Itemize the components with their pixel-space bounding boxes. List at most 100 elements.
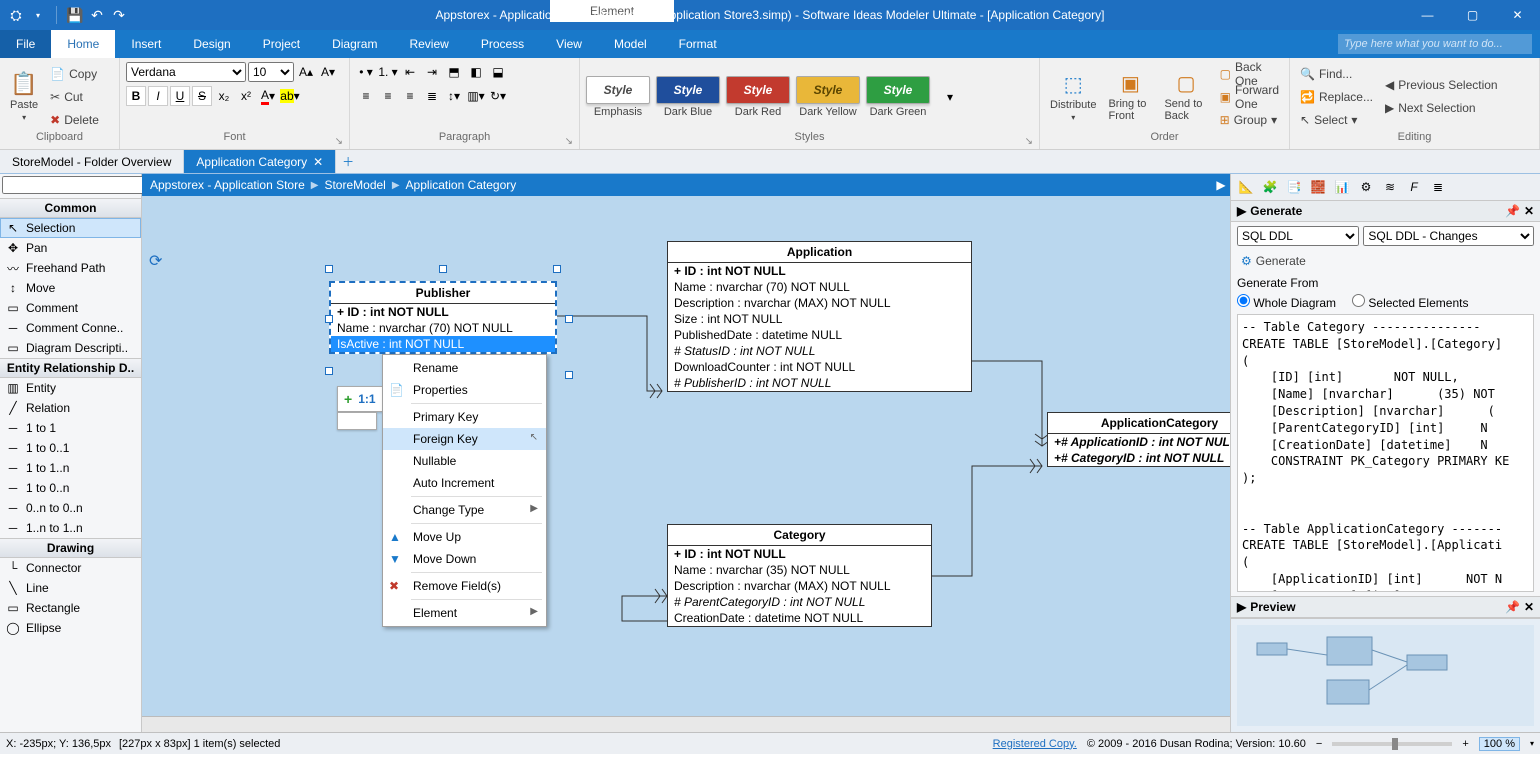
entity-row[interactable]: Size : int NOT NULL	[668, 311, 971, 327]
ctx-rename[interactable]: Rename	[383, 357, 546, 379]
panel-tool-icon[interactable]: ⚙	[1355, 176, 1377, 198]
distribute-button[interactable]: ⬚Distribute▾	[1046, 70, 1100, 124]
underline-button[interactable]: U	[170, 86, 190, 106]
ctx-remove-field[interactable]: ✖Remove Field(s)	[383, 575, 546, 597]
tool-pan[interactable]: ✥Pan	[0, 238, 141, 258]
italic-button[interactable]: I	[148, 86, 168, 106]
align-middle-v-button[interactable]: ◧	[466, 62, 486, 82]
panel-tool-icon[interactable]: ≣	[1427, 176, 1449, 198]
tool-comment-conne-[interactable]: ─Comment Conne..	[0, 318, 141, 338]
tool-1-to-1[interactable]: ─1 to 1	[0, 418, 141, 438]
ribbon-tab-format[interactable]: Format	[663, 30, 733, 58]
panel-tool-icon[interactable]: 📑	[1283, 176, 1305, 198]
pin-icon[interactable]: 📌	[1505, 600, 1520, 614]
entity-row[interactable]: + ID : int NOT NULL	[668, 263, 971, 279]
add-tab-button[interactable]: ＋	[336, 150, 360, 173]
ribbon-tab-review[interactable]: Review	[393, 30, 464, 58]
entity-row[interactable]: DownloadCounter : int NOT NULL	[668, 359, 971, 375]
panel-tool-icon[interactable]: 🧱	[1307, 176, 1329, 198]
radio-whole-diagram[interactable]: Whole Diagram	[1237, 294, 1336, 310]
ctx-foreign-key[interactable]: Foreign Key↖	[383, 428, 546, 450]
find-button[interactable]: 🔍Find...	[1296, 63, 1377, 85]
align-justify-button[interactable]: ≣	[422, 86, 442, 106]
ribbon-tab-process[interactable]: Process	[465, 30, 540, 58]
pin-icon[interactable]: 📌	[1505, 204, 1520, 218]
panel-tool-icon[interactable]: 🧩	[1259, 176, 1281, 198]
breadcrumb-scroll-right-button[interactable]: ▶	[1212, 174, 1230, 196]
ctx-properties[interactable]: 📄Properties	[383, 379, 546, 401]
subscript-button[interactable]: x₂	[214, 86, 234, 106]
redo-icon[interactable]: ↷	[111, 7, 127, 23]
file-menu[interactable]: File	[0, 30, 51, 58]
entity-row[interactable]: # StatusID : int NOT NULL	[668, 343, 971, 359]
toolbox-section-header[interactable]: Common	[0, 198, 141, 218]
tool-entity[interactable]: ▥Entity	[0, 378, 141, 398]
diagram-preview[interactable]	[1231, 618, 1540, 732]
entity-row[interactable]: # ParentCategoryID : int NOT NULL	[668, 594, 931, 610]
ctx-move-up[interactable]: ▲Move Up	[383, 526, 546, 548]
style-dark-red[interactable]: StyleDark Red	[726, 76, 790, 118]
align-bottom-button[interactable]: ⬓	[488, 62, 508, 82]
select-button[interactable]: ↖Select ▾	[1296, 109, 1377, 131]
quick-relation-toolbar-alt[interactable]	[337, 412, 377, 430]
entity-row[interactable]: +# CategoryID : int NOT NULL	[1048, 450, 1230, 466]
template-type-select[interactable]: SQL DDL	[1237, 226, 1359, 246]
ctx-nullable[interactable]: Nullable	[383, 450, 546, 472]
copy-button[interactable]: 📄Copy	[46, 63, 103, 85]
panel-tool-icon[interactable]: 📐	[1235, 176, 1257, 198]
entity-row[interactable]: + ID : int NOT NULL	[331, 304, 555, 320]
bullets-button[interactable]: • ▾	[356, 62, 376, 82]
entity-publisher[interactable]: Publisher + ID : int NOT NULL Name : nva…	[329, 281, 557, 354]
ribbon-tab-view[interactable]: View	[540, 30, 598, 58]
paste-button[interactable]: 📋 Paste▾	[6, 69, 42, 124]
superscript-button[interactable]: x²	[236, 86, 256, 106]
zoom-dropdown-icon[interactable]: ▾	[1530, 739, 1534, 748]
style-dark-yellow[interactable]: StyleDark Yellow	[796, 76, 860, 118]
tool-move[interactable]: ↕Move	[0, 278, 141, 298]
minimize-button[interactable]: —	[1405, 0, 1450, 30]
maximize-button[interactable]: ▢	[1450, 0, 1495, 30]
paragraph-launcher-icon[interactable]: ↘	[565, 136, 573, 147]
numbering-button[interactable]: 1. ▾	[378, 62, 398, 82]
entity-row[interactable]: + ID : int NOT NULL	[668, 546, 931, 562]
toolbox-section-header[interactable]: Drawing	[0, 538, 141, 558]
entity-row[interactable]: Description : nvarchar (MAX) NOT NULL	[668, 578, 931, 594]
tool-0-n-to-0-n[interactable]: ─0..n to 0..n	[0, 498, 141, 518]
zoom-value[interactable]: 100 %	[1479, 737, 1520, 751]
strike-button[interactable]: S	[192, 86, 212, 106]
style-emphasis[interactable]: StyleEmphasis	[586, 76, 650, 118]
tool-1-to-0-n[interactable]: ─1 to 0..n	[0, 478, 141, 498]
close-icon[interactable]: ✕	[313, 155, 323, 169]
entity-row[interactable]: CreationDate : datetime NOT NULL	[668, 610, 931, 626]
ribbon-tab-model[interactable]: Model	[598, 30, 663, 58]
breadcrumb-item[interactable]: Appstorex - Application Store	[150, 178, 305, 192]
panel-tool-icon[interactable]: F	[1403, 176, 1425, 198]
tool-line[interactable]: ╲Line	[0, 578, 141, 598]
styles-more-icon[interactable]: ▾	[940, 87, 960, 107]
highlight-button[interactable]: ab▾	[280, 86, 300, 106]
tool-1-to-0-1[interactable]: ─1 to 0..1	[0, 438, 141, 458]
next-selection-button[interactable]: ▶Next Selection	[1381, 97, 1502, 119]
font-launcher-icon[interactable]: ↘	[335, 136, 343, 147]
doc-tab[interactable]: StoreModel - Folder Overview	[0, 150, 184, 173]
save-icon[interactable]: 💾	[67, 7, 83, 23]
ribbon-tab-home[interactable]: Home	[51, 30, 115, 58]
undo-icon[interactable]: ↶	[89, 7, 105, 23]
breadcrumb-item[interactable]: StoreModel	[324, 178, 385, 192]
align-center-button[interactable]: ≡	[378, 86, 398, 106]
entity-row-selected[interactable]: IsActive : int NOT NULL	[331, 336, 555, 352]
entity-application[interactable]: Application + ID : int NOT NULL Name : n…	[667, 241, 972, 392]
preview-panel-header[interactable]: ▶Preview 📌 ✕	[1231, 596, 1540, 618]
tool-rectangle[interactable]: ▭Rectangle	[0, 598, 141, 618]
breadcrumb-item[interactable]: Application Category	[406, 178, 517, 192]
forward-one-button[interactable]: ▣Forward One	[1216, 86, 1283, 108]
tool-relation[interactable]: ╱Relation	[0, 398, 141, 418]
outdent-button[interactable]: ⇤	[400, 62, 420, 82]
ctx-auto-increment[interactable]: Auto Increment	[383, 472, 546, 494]
entity-row[interactable]: PublishedDate : datetime NULL	[668, 327, 971, 343]
entity-row[interactable]: Name : nvarchar (35) NOT NULL	[668, 562, 931, 578]
text-direction-button[interactable]: ↻▾	[488, 86, 508, 106]
font-name-select[interactable]: Verdana	[126, 62, 246, 82]
entity-applicationcategory[interactable]: ApplicationCategory +# ApplicationID : i…	[1047, 412, 1230, 467]
tool-diagram-descripti-[interactable]: ▭Diagram Descripti..	[0, 338, 141, 358]
